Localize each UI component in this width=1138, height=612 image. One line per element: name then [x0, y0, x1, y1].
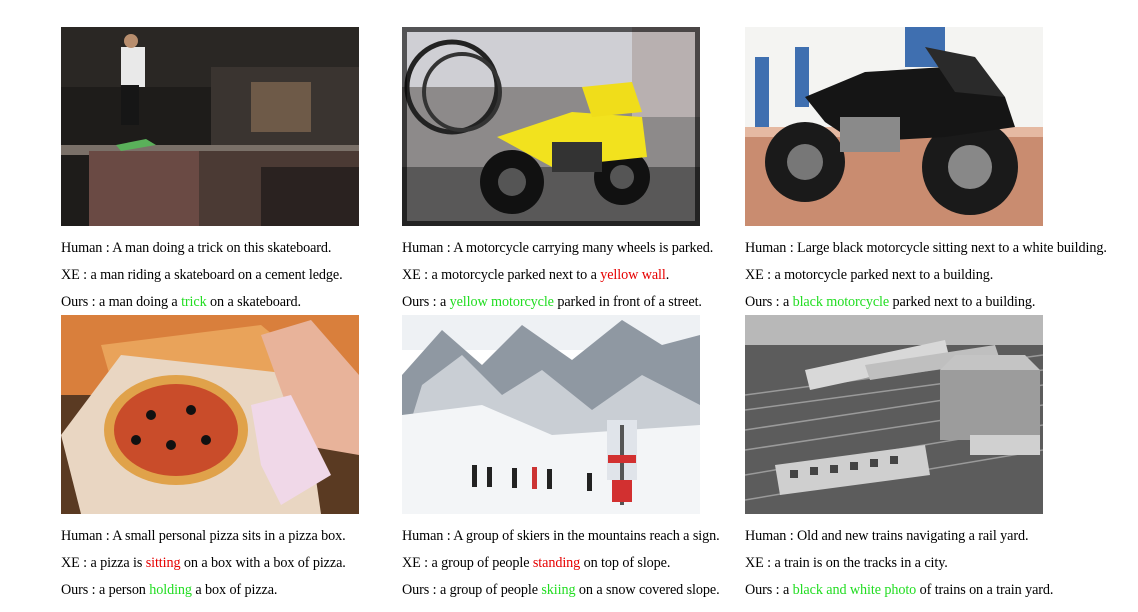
highlight-correct: holding [149, 582, 192, 598]
xe-caption-4: XE : a pizza is sitting on a box with a … [61, 555, 346, 571]
trains-rail-yard-bw-photo [745, 315, 1043, 514]
ours-caption-5: Ours : a group of people skiing on a sno… [402, 582, 720, 598]
human-caption-5: Human : A group of skiers in the mountai… [402, 528, 720, 544]
ours-caption-1: Ours : a man doing a trick on a skateboa… [61, 294, 301, 310]
xe-caption-3: XE : a motorcycle parked next to a build… [745, 267, 994, 283]
highlight-correct: skiing [541, 582, 576, 598]
ours-caption-4: Ours : a person holding a box of pizza. [61, 582, 278, 598]
highlight-error: sitting [145, 555, 181, 571]
human-caption-1: Human : A man doing a trick on this skat… [61, 240, 332, 256]
skateboarder-grinding-ledge-photo [61, 27, 359, 226]
human-caption-6: Human : Old and new trains navigating a … [745, 528, 1029, 544]
highlight-correct: yellow motorcycle [449, 294, 554, 310]
highlight-correct: black motorcycle [792, 294, 890, 310]
ours-caption-3: Ours : a black motorcycle parked next to… [745, 294, 1036, 310]
yellow-motorcycle-with-wheels-photo [402, 27, 700, 226]
xe-caption-1: XE : a man riding a skateboard on a ceme… [61, 267, 343, 283]
highlight-error: standing [532, 555, 581, 571]
highlight-error: yellow wall [600, 267, 666, 283]
ours-caption-6: Ours : a black and white photo of trains… [745, 582, 1054, 598]
human-caption-2: Human : A motorcycle carrying many wheel… [402, 240, 714, 256]
xe-caption-6: XE : a train is on the tracks in a city. [745, 555, 948, 571]
pizza-in-box-photo [61, 315, 359, 514]
black-motorcycle-white-building-photo [745, 27, 1043, 226]
xe-caption-2: XE : a motorcycle parked next to a yello… [402, 267, 670, 283]
highlight-correct: black and white photo [792, 582, 917, 598]
ours-caption-2: Ours : a yellow motorcycle parked in fro… [402, 294, 702, 310]
highlight-correct: trick [181, 294, 207, 310]
human-caption-3: Human : Large black motorcycle sitting n… [745, 240, 1107, 256]
xe-caption-5: XE : a group of people standing on top o… [402, 555, 671, 571]
human-caption-4: Human : A small personal pizza sits in a… [61, 528, 346, 544]
skiers-mountain-sign-photo [402, 315, 700, 514]
